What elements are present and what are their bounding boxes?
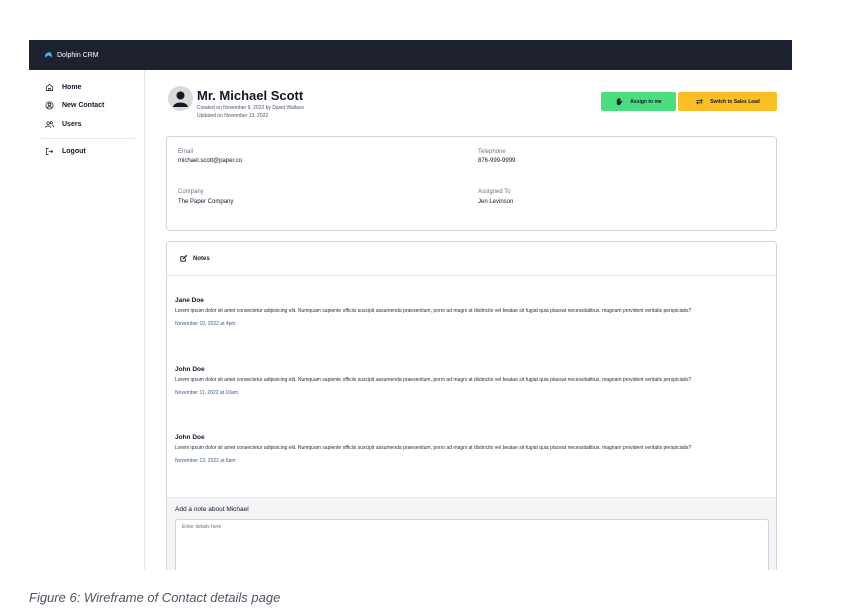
dolphin-icon — [45, 52, 53, 58]
app-window: Dolphin CRM Home New Contact Users Logou… — [29, 40, 792, 570]
created-meta: Created on November 9, 2022 by David Wal… — [197, 105, 305, 111]
add-note-section: Add a note about Michael — [167, 497, 776, 570]
note-timestamp: November 13, 2022 at 6pm — [175, 457, 236, 464]
sidebar-divider — [41, 138, 135, 139]
sidebar-item-label: Logout — [62, 148, 86, 155]
note-body: Lorem ipsum dolor sit amet consectetur a… — [175, 445, 692, 451]
switch-to-sales-lead-button[interactable]: Switch to Sales Lead — [678, 92, 777, 111]
note-textarea[interactable] — [175, 519, 769, 570]
hand-icon — [617, 98, 623, 106]
switch-arrows-icon — [696, 98, 703, 105]
sidebar-item-label: Users — [62, 121, 82, 128]
email-value[interactable]: michael.scott@paper.co — [178, 158, 242, 164]
sidebar-item-logout[interactable]: Logout — [45, 147, 86, 156]
assign-to-me-button[interactable]: Assign to me — [601, 92, 676, 111]
email-label: Email — [178, 149, 194, 155]
sidebar-item-label: Home — [62, 84, 82, 91]
note-author: John Doe — [175, 366, 205, 373]
switch-label: Switch to Sales Lead — [710, 98, 760, 105]
telephone-value[interactable]: 876-999-9999 — [478, 158, 515, 164]
sidebar: Home New Contact Users Logout — [29, 70, 145, 570]
sidebar-item-label: New Contact — [62, 102, 105, 109]
note-timestamp: November 10, 2022 at 4pm — [175, 320, 236, 327]
note-body: Lorem ipsum dolor sit amet consectetur a… — [175, 308, 692, 314]
note-body: Lorem ipsum dolor sit amet consectetur a… — [175, 377, 692, 383]
telephone-label: Telephone — [478, 149, 506, 155]
assigned-label: Assigned To — [478, 189, 511, 195]
sidebar-item-users[interactable]: Users — [45, 120, 81, 129]
note-item: John Doe Lorem ipsum dolor sit amet cons… — [175, 434, 772, 464]
assigned-value: Jen Levinson — [478, 199, 514, 205]
user-avatar-icon — [168, 86, 193, 111]
sidebar-item-home[interactable]: Home — [45, 83, 81, 92]
note-author: Jane Doe — [175, 297, 204, 304]
updated-meta: Updated on November 13, 2022 — [197, 113, 269, 119]
note-item: Jane Doe Lorem ipsum dolor sit amet cons… — [175, 297, 772, 327]
contact-name: Mr. Michael Scott — [197, 88, 304, 103]
home-icon — [45, 83, 54, 92]
note-timestamp: November 11, 2022 at 10am — [175, 389, 239, 396]
company-label: Company — [178, 189, 204, 195]
top-bar: Dolphin CRM — [29, 40, 792, 70]
main-content: Mr. Michael Scott Created on November 9,… — [145, 70, 792, 570]
app-brand[interactable]: Dolphin CRM — [57, 52, 99, 59]
notes-header: Notes — [167, 242, 776, 276]
contact-details-card: Email michael.scott@paper.co Telephone 8… — [166, 136, 777, 231]
edit-icon — [180, 254, 188, 262]
add-contact-icon — [45, 101, 54, 110]
users-icon — [45, 121, 54, 128]
notes-title: Notes — [193, 255, 210, 262]
add-note-label: Add a note about Michael — [175, 506, 249, 513]
note-author: John Doe — [175, 434, 205, 441]
sidebar-item-new-contact[interactable]: New Contact — [45, 101, 104, 110]
figure-caption: Figure 6: Wireframe of Contact details p… — [29, 590, 281, 605]
notes-card: Notes Jane Doe Lorem ipsum dolor sit ame… — [166, 241, 777, 570]
assign-label: Assign to me — [630, 98, 662, 105]
logout-icon — [45, 147, 54, 156]
note-item: John Doe Lorem ipsum dolor sit amet cons… — [175, 366, 772, 396]
company-value: The Paper Company — [178, 199, 234, 205]
